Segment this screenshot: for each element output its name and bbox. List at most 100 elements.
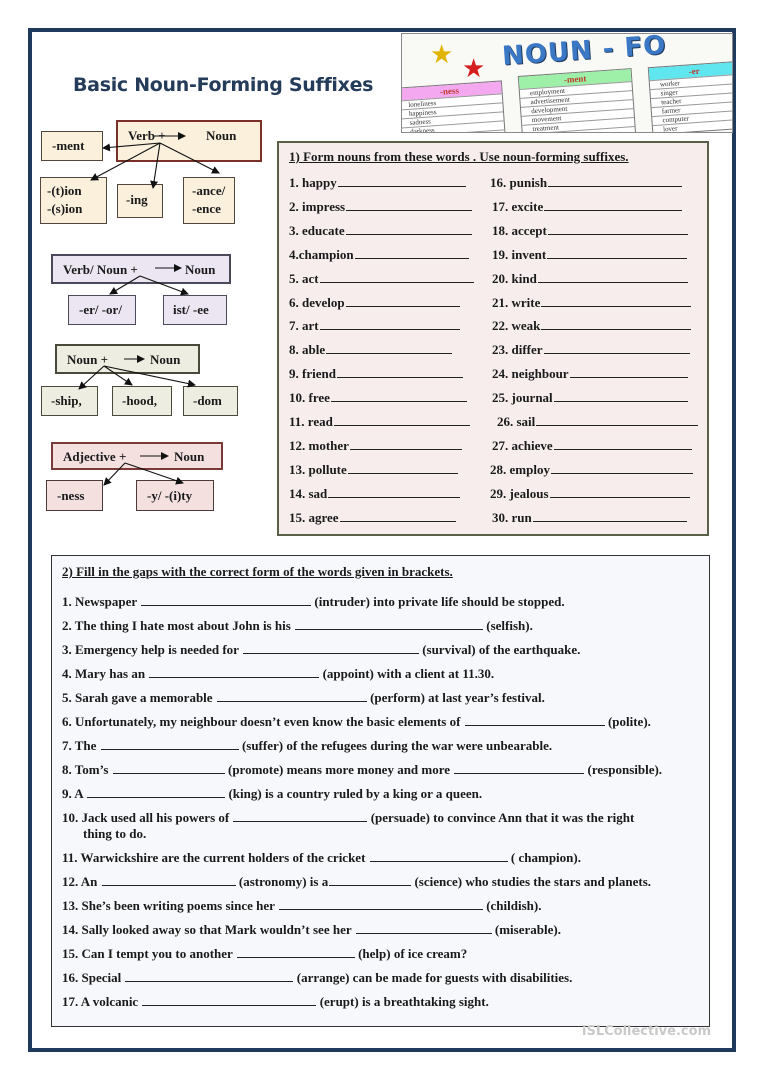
poster-column-ness: -ness loneliness happiness sadness darkn… xyxy=(402,80,506,132)
question-text: (erupt) is a breathtaking sight. xyxy=(316,994,489,1009)
exercise-1-item: 8. able xyxy=(289,342,453,358)
question-text: (appoint) with a client at 11.30. xyxy=(319,666,495,681)
answer-blank[interactable] xyxy=(454,772,585,774)
answer-blank[interactable] xyxy=(369,860,508,862)
answer-blank[interactable] xyxy=(536,424,699,426)
question-text: (help) of ice cream? xyxy=(354,946,468,961)
answer-blank[interactable] xyxy=(112,772,225,774)
exercise-2-question: 1. Newspaper (intruder) into private lif… xyxy=(62,594,565,610)
word-prompt: 9. friend xyxy=(289,366,336,382)
answer-blank[interactable] xyxy=(125,980,294,982)
answer-blank[interactable] xyxy=(354,257,469,259)
suffix-ing-box: -ing xyxy=(117,184,163,218)
exercise-2-question: 14. Sally looked away so that Mark would… xyxy=(62,922,561,938)
answer-blank[interactable] xyxy=(278,908,483,910)
adjective-to-noun-header: Adjective + Noun xyxy=(51,442,223,470)
answer-blank[interactable] xyxy=(550,472,693,474)
question-text: 7. The xyxy=(62,738,100,753)
word-prompt: 3. educate xyxy=(289,222,345,238)
answer-blank[interactable] xyxy=(329,884,412,886)
question-text: 2. The thing I hate most about John is h… xyxy=(62,618,295,633)
answer-blank[interactable] xyxy=(549,496,690,498)
answer-blank[interactable] xyxy=(330,400,467,403)
answer-blank[interactable] xyxy=(537,281,688,283)
answer-blank[interactable] xyxy=(333,424,470,426)
exercise-2-question: 15. Can I tempt you to another (help) of… xyxy=(62,946,467,962)
question-continuation: thing to do. xyxy=(83,826,147,841)
exercise-1-item: 2. impress xyxy=(289,199,473,215)
answer-blank[interactable] xyxy=(547,257,688,259)
answer-blank[interactable] xyxy=(345,305,460,307)
answer-blank[interactable] xyxy=(337,185,466,187)
word-prompt: 20. kind xyxy=(492,270,537,286)
question-text: (persuade) to convince Ann that it was t… xyxy=(367,810,635,825)
answer-blank[interactable] xyxy=(541,305,692,307)
noun-to-noun-header: Noun + Noun xyxy=(55,344,200,374)
word-prompt: 4.champion xyxy=(289,246,354,262)
answer-blank[interactable] xyxy=(553,448,692,450)
yellow-star-icon: ★ xyxy=(430,40,454,69)
answer-blank[interactable] xyxy=(548,185,683,187)
question-text: 13. She’s been writing poems since her xyxy=(62,898,278,913)
exercise-1-item: 9. friend xyxy=(289,366,463,382)
answer-blank[interactable] xyxy=(541,328,692,331)
exercise-2-question: 11. Warwickshire are the current holders… xyxy=(62,850,581,866)
word-prompt: 18. accept xyxy=(492,222,547,238)
question-text: 1. Newspaper xyxy=(62,594,141,609)
answer-blank[interactable] xyxy=(216,700,367,702)
question-text: ( champion). xyxy=(507,850,581,865)
question-text: 9. A xyxy=(62,786,87,801)
exercise-1-panel: 1) Form nouns from these words . Use nou… xyxy=(277,141,709,536)
answer-blank[interactable] xyxy=(464,724,605,726)
exercise-1-item: 15. agree xyxy=(289,510,456,526)
answer-blank[interactable] xyxy=(236,956,355,958)
answer-blank[interactable] xyxy=(345,233,472,235)
watermark: iSLCollective.com xyxy=(582,1024,712,1039)
answer-blank[interactable] xyxy=(242,652,419,654)
suffix-ship-box: -ship, xyxy=(41,386,98,416)
exercise-2-question: 3. Emergency help is needed for (surviva… xyxy=(62,642,580,658)
answer-blank[interactable] xyxy=(326,352,453,355)
word-prompt: 24. neighbour xyxy=(492,366,569,382)
answer-blank[interactable] xyxy=(547,233,688,235)
answer-blank[interactable] xyxy=(347,472,458,474)
answer-blank[interactable] xyxy=(149,676,320,678)
word-prompt: 23. differ xyxy=(492,342,543,358)
answer-blank[interactable] xyxy=(87,796,226,798)
answer-blank[interactable] xyxy=(569,376,688,379)
answer-blank[interactable] xyxy=(543,352,690,355)
answer-blank[interactable] xyxy=(142,1004,317,1006)
exercise-1-item: 3. educate xyxy=(289,223,472,239)
exercise-1-item: 21. write xyxy=(492,294,692,311)
word-prompt: 21. write xyxy=(492,294,541,310)
word-prompt: 29. jealous xyxy=(490,485,549,501)
answer-blank[interactable] xyxy=(295,628,484,630)
question-text: (polite). xyxy=(604,714,651,729)
answer-blank[interactable] xyxy=(319,281,474,283)
question-text: (promote) means more money and more xyxy=(224,762,454,777)
suffix-ance-ence-box: -ance/ -ence xyxy=(183,177,235,224)
answer-blank[interactable] xyxy=(532,520,687,522)
question-text: (survival) of the earthquake. xyxy=(418,642,581,657)
answer-blank[interactable] xyxy=(141,604,312,606)
exercise-1-item: 23. differ xyxy=(492,342,690,358)
word-prompt: 25. journal xyxy=(492,390,553,406)
answer-blank[interactable] xyxy=(349,448,462,450)
question-text: (selfish). xyxy=(483,618,533,633)
word-prompt: 6. develop xyxy=(289,294,345,310)
exercise-1-item: 10. free xyxy=(289,390,467,406)
answer-blank[interactable] xyxy=(346,209,473,211)
answer-blank[interactable] xyxy=(553,400,688,403)
answer-blank[interactable] xyxy=(355,932,492,934)
answer-blank[interactable] xyxy=(544,209,683,211)
answer-blank[interactable] xyxy=(339,520,456,522)
answer-blank[interactable] xyxy=(233,820,368,822)
word-prompt: 12. mother xyxy=(289,437,349,453)
answer-blank[interactable] xyxy=(101,884,236,886)
answer-blank[interactable] xyxy=(319,328,460,331)
answer-blank[interactable] xyxy=(328,496,461,498)
answer-blank[interactable] xyxy=(100,748,239,750)
question-text: 10. Jack used all his powers of xyxy=(62,810,233,825)
answer-blank[interactable] xyxy=(336,376,463,379)
exercise-1-item: 22. weak xyxy=(492,318,692,334)
